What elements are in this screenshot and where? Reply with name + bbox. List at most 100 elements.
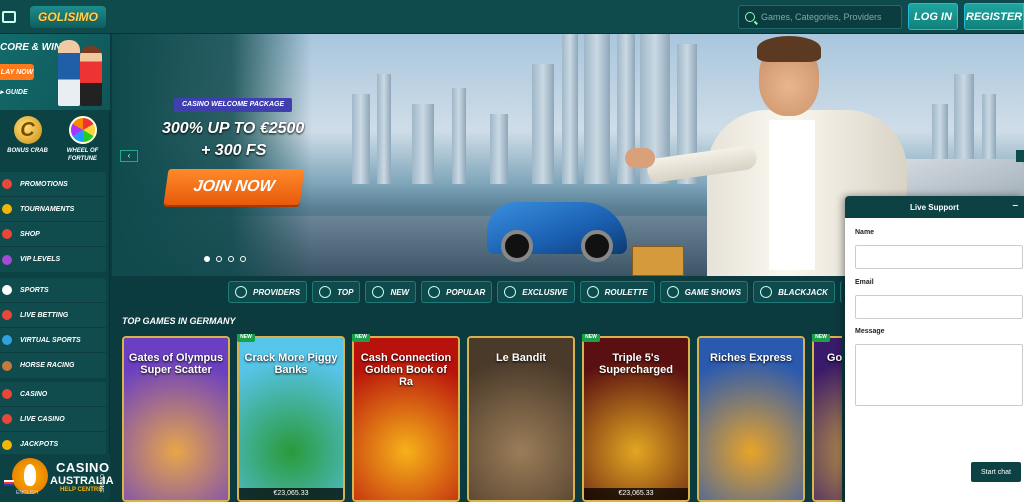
- slider-dot[interactable]: [228, 256, 234, 262]
- category-tab[interactable]: BLACKJACK: [753, 281, 835, 303]
- promo-guide-link[interactable]: ▸ GUIDE: [0, 88, 28, 96]
- minimize-icon[interactable]: –: [1012, 201, 1018, 211]
- slider-dot[interactable]: [204, 256, 210, 262]
- casino-icon: [2, 389, 12, 399]
- category-tab[interactable]: ROULETTE: [579, 281, 655, 303]
- sidebar-item-label: HORSE RACING: [20, 362, 75, 369]
- email-field[interactable]: [855, 295, 1023, 319]
- game-name: Gates of Olympus Super Scatter: [128, 352, 224, 376]
- promo-athletes-image: [54, 36, 108, 108]
- live-support-header: Live Support –: [845, 196, 1024, 218]
- category-icon: [586, 286, 599, 298]
- start-chat-button[interactable]: Start chat: [971, 462, 1021, 482]
- brand-line1: CASINO: [56, 460, 110, 475]
- game-name: Gold Lightning: [826, 352, 842, 364]
- sidebar-item-label: LIVE BETTING: [20, 311, 69, 319]
- new-badge: NEW: [237, 334, 255, 342]
- game-tile[interactable]: Gates of Olympus Super Scatter: [122, 336, 230, 502]
- join-now-button[interactable]: JOIN NOW: [163, 169, 305, 205]
- promo-card[interactable]: CORE & WIN LAY NOW ▸ GUIDE: [0, 34, 110, 110]
- message-label: Message: [855, 328, 885, 335]
- sidebar-item-promotions[interactable]: PROMOTIONS: [0, 172, 106, 197]
- hero-badge: CASINO WELCOME PACKAGE: [174, 98, 293, 112]
- help-centre-link[interactable]: HELP CENTRE: [60, 487, 102, 493]
- quick-bonus-crab[interactable]: C BONUS CRAB: [0, 112, 55, 170]
- sidebar-item-label: LIVE CASINO: [20, 415, 65, 423]
- login-button[interactable]: LOG IN: [908, 3, 958, 30]
- sidebar-item-shop[interactable]: SHOP: [0, 222, 106, 247]
- category-label: TOP: [337, 287, 354, 297]
- logo[interactable]: GOLISIMO: [30, 5, 106, 28]
- sidebar-item-live-casino[interactable]: LIVE CASINO: [0, 407, 106, 432]
- new-badge: NEW: [812, 334, 830, 342]
- search-box[interactable]: [738, 5, 902, 29]
- category-icon: [760, 286, 773, 298]
- sidebar-item-label: VIP LEVELS: [20, 256, 61, 263]
- game-name: Crack More Piggy Banks: [244, 352, 338, 376]
- live-support-widget: Live Support – Name Email Message Start …: [845, 196, 1024, 502]
- sidebar-item-casino[interactable]: CASINO: [0, 382, 106, 407]
- sidebar-item-label: SHOP: [20, 230, 40, 238]
- slider-dot[interactable]: [216, 256, 222, 262]
- quick-wheel-of-fortune[interactable]: WHEEL OF FORTUNE: [55, 112, 110, 170]
- live-icon: [2, 310, 12, 320]
- live-support-title: Live Support: [910, 202, 959, 212]
- category-tab[interactable]: HOT JACKPO: [839, 281, 842, 303]
- sidebar-item-live-betting[interactable]: LIVE BETTING: [0, 303, 106, 328]
- category-icon: [372, 286, 385, 298]
- language-selector[interactable]: ENGLISH: [16, 490, 38, 496]
- category-tab[interactable]: NEW: [365, 281, 417, 303]
- sidebar-item-horse-racing[interactable]: HORSE RACING: [0, 353, 106, 378]
- search-input[interactable]: [761, 12, 901, 22]
- trophy-icon: [2, 204, 12, 214]
- sidebar-item-label: TOURNAMENTS: [20, 205, 75, 213]
- category-tab[interactable]: GAME SHOWS: [659, 281, 749, 303]
- slider-dots: [204, 256, 246, 262]
- nav-group-casino: CASINO LIVE CASINO JACKPOTS: [0, 382, 106, 457]
- category-tab[interactable]: POPULAR: [421, 281, 493, 303]
- sidebar-item-tournaments[interactable]: TOURNAMENTS: [0, 197, 106, 222]
- category-tab[interactable]: PROVIDERS: [228, 281, 308, 303]
- category-icon: [428, 286, 441, 298]
- menu-icon[interactable]: [2, 10, 16, 23]
- quick-label: WHEEL OF FORTUNE: [66, 148, 99, 162]
- promo-play-button[interactable]: LAY NOW: [0, 64, 34, 80]
- sidebar-item-vip-levels[interactable]: VIP LEVELS: [0, 247, 106, 272]
- wheel-icon: [68, 116, 97, 144]
- game-tile[interactable]: Gold Lightning: [812, 336, 842, 502]
- casino-australia-logo: CASINO AUSTRALIA ONLINE HELP CENTRE ENGL…: [0, 454, 114, 502]
- game-name: Riches Express: [710, 352, 792, 364]
- sidebar-item-label: JACKPOTS: [20, 441, 59, 448]
- sidebar-item-label: CASINO: [20, 390, 48, 398]
- register-button[interactable]: REGISTER: [964, 3, 1024, 30]
- game-name: Cash Connection Golden Book of Ra: [360, 352, 452, 388]
- nav-group-sports: SPORTS LIVE BETTING VIRTUAL SPORTS HORSE…: [0, 278, 106, 378]
- message-field[interactable]: [855, 344, 1023, 406]
- flag-icon[interactable]: [4, 480, 14, 486]
- name-field[interactable]: [855, 245, 1023, 269]
- quick-label: BONUS CRAB: [7, 148, 48, 154]
- games-section-title: TOP GAMES IN GERMANY: [122, 316, 236, 326]
- games-grid: Gates of Olympus Super Scatter Crack More…: [122, 334, 842, 502]
- game-jackpot: €23,065.33: [584, 488, 688, 500]
- sidebar-item-label: SPORTS: [20, 286, 49, 294]
- category-tab[interactable]: EXCLUSIVE: [497, 281, 575, 303]
- category-tab[interactable]: TOP: [312, 281, 361, 303]
- sidebar-item-virtual-sports[interactable]: VIRTUAL SPORTS: [0, 328, 106, 353]
- game-tile[interactable]: Le Bandit: [467, 336, 575, 502]
- kangaroo-icon: [12, 458, 48, 494]
- new-badge: NEW: [582, 334, 600, 342]
- game-tile[interactable]: Triple 5's Supercharged €23,065.33: [582, 336, 690, 502]
- name-label: Name: [855, 229, 875, 236]
- slider-dot[interactable]: [240, 256, 246, 262]
- game-tile[interactable]: Crack More Piggy Banks €23,065.33: [237, 336, 345, 502]
- game-tile[interactable]: Cash Connection Golden Book of Ra: [352, 336, 460, 502]
- chevron-left-icon[interactable]: ‹: [120, 150, 138, 162]
- category-label: GAME SHOWS: [684, 287, 742, 297]
- search-icon: [745, 12, 755, 22]
- sidebar-item-sports[interactable]: SPORTS: [0, 278, 106, 303]
- game-tile[interactable]: Riches Express: [697, 336, 805, 502]
- live-casino-icon: [2, 414, 12, 424]
- chevron-right-icon[interactable]: [1016, 150, 1024, 162]
- category-label: PROVIDERS: [253, 287, 301, 297]
